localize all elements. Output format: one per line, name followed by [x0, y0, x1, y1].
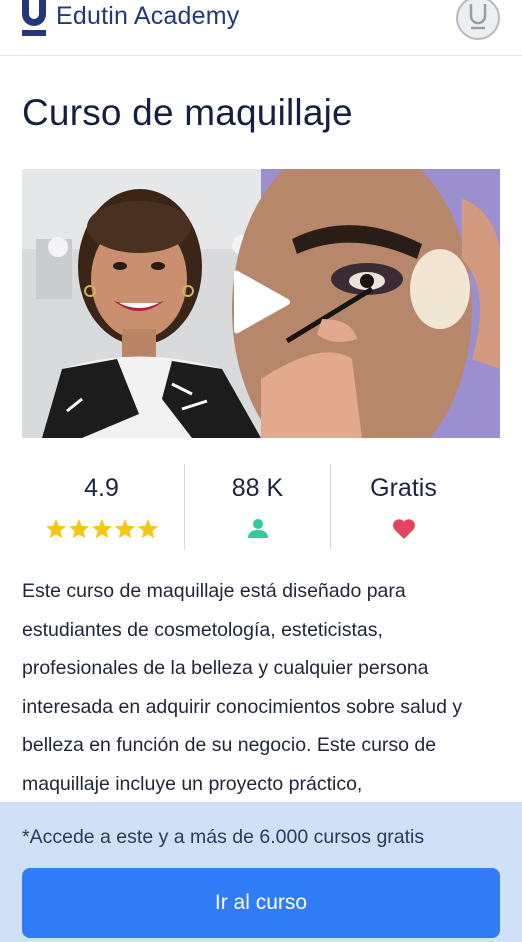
user-icon	[247, 519, 268, 538]
students-value: 88 K	[231, 474, 284, 502]
price-value: Gratis	[370, 474, 437, 502]
rating-stat: 4.9	[22, 464, 181, 550]
rating-stars	[22, 518, 181, 544]
user-avatar-icon[interactable]	[456, 0, 500, 40]
heart-icon	[392, 519, 415, 539]
cta-note: *Accede a este y a más de 6.000 cursos g…	[22, 826, 425, 848]
price-stat: Gratis	[324, 464, 483, 550]
star-icon	[91, 518, 112, 539]
students-stat: 88 K	[178, 464, 337, 550]
edutin-logo-icon[interactable]	[21, 0, 47, 38]
brand-name[interactable]: Edutin Academy	[56, 2, 239, 31]
star-icon	[137, 518, 158, 539]
star-icon	[114, 518, 135, 539]
star-icon	[45, 518, 66, 539]
app-header: Edutin Academy	[0, 0, 522, 56]
star-icon	[68, 518, 89, 539]
course-description: Este curso de maquillaje está diseñado p…	[22, 580, 463, 795]
go-to-course-button[interactable]: Ir al curso	[22, 868, 500, 938]
course-video-player[interactable]	[22, 169, 500, 438]
rating-value: 4.9	[84, 474, 119, 502]
play-icon[interactable]	[232, 267, 292, 337]
course-stats: 4.9 88 K Gratis	[22, 464, 500, 550]
cta-panel: *Accede a este y a más de 6.000 cursos g…	[0, 802, 522, 942]
page-title: Curso de maquillaje	[22, 92, 353, 133]
